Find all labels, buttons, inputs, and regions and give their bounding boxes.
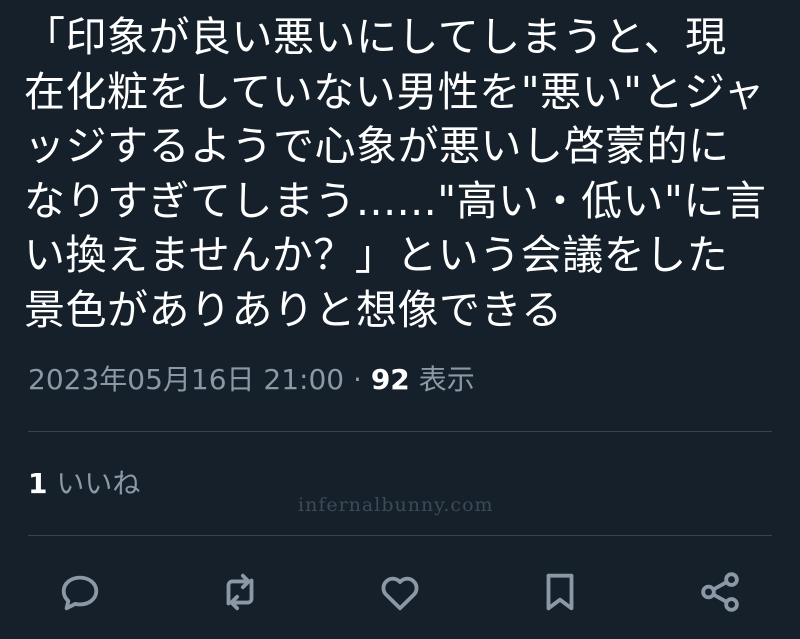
likes-count: 1 [28, 467, 48, 500]
watermark: infernalbunny.com [298, 494, 494, 516]
like-button[interactable] [370, 562, 430, 622]
tweet-text: 「印象が良い悪いにしてしまうと、現 在化粧をしていない男性を"悪い"とジャ ッジ… [24, 13, 767, 334]
tweet-meta: 2023年05月16日 21:00 · 92 表示 [28, 360, 475, 400]
divider-top [28, 431, 772, 432]
bookmark-icon [546, 573, 574, 611]
views-count: 92 [370, 363, 410, 396]
likes-stat[interactable]: 1 いいね [28, 464, 140, 504]
views-label: 表示 [418, 363, 475, 396]
bookmark-button[interactable] [530, 562, 590, 622]
retweet-button[interactable] [210, 562, 270, 622]
retweet-arrows-icon [226, 573, 254, 611]
divider-bottom [28, 535, 772, 536]
heart-icon [381, 576, 419, 611]
share-icon [701, 572, 739, 612]
share-button[interactable] [690, 562, 750, 622]
meta-separator: · [353, 363, 362, 396]
reply-button[interactable] [50, 562, 110, 622]
action-bar [0, 562, 800, 622]
speech-bubble-icon [61, 575, 99, 611]
tweet-timestamp[interactable]: 2023年05月16日 21:00 [28, 363, 344, 396]
likes-label: いいね [56, 467, 141, 500]
